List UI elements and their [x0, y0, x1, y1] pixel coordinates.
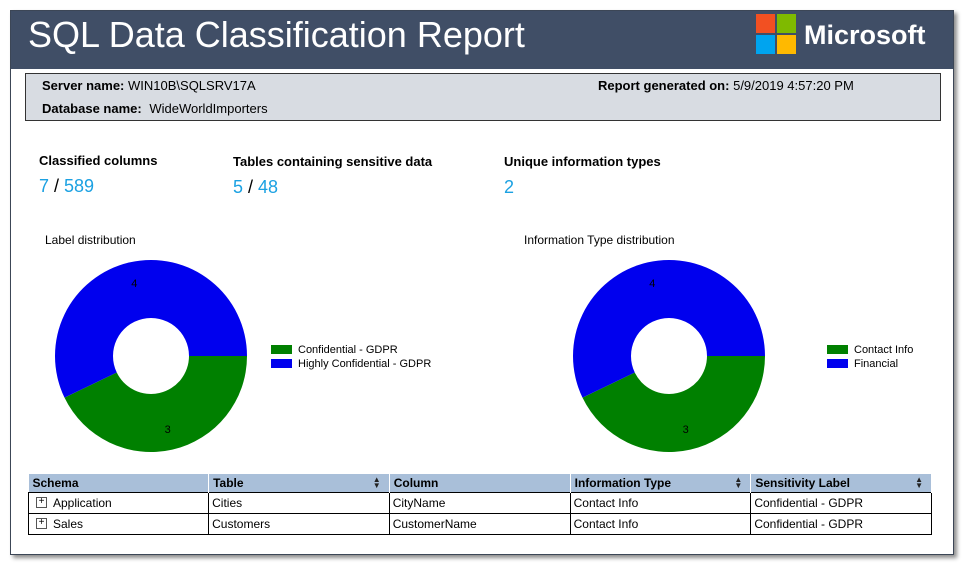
slice-value-label: 3 — [165, 424, 171, 436]
label-distribution-legend: Confidential - GDPR Highly Confidential … — [271, 343, 431, 371]
legend-item: Highly Confidential - GDPR — [271, 357, 431, 371]
sensitive-tables-label: Tables containing sensitive data — [233, 154, 433, 169]
legend-item: Contact Info — [827, 343, 913, 357]
slice-value-label: 4 — [649, 278, 655, 290]
label-distribution-title: Label distribution — [45, 233, 136, 247]
label-distribution-chart: 34 — [55, 260, 248, 453]
microsoft-logo-icon — [756, 14, 796, 54]
sensitivity-label-cell: Confidential - GDPR — [750, 513, 932, 535]
column-cell: CityName — [388, 492, 571, 514]
unique-info-types-label: Unique information types — [504, 154, 661, 169]
database-name-label: Database name: — [42, 101, 142, 116]
column-header-column[interactable]: Column — [389, 474, 571, 493]
legend-swatch — [827, 358, 848, 368]
column-header-information-type[interactable]: Information Type ▲ ▼ — [570, 474, 752, 493]
legend-item: Confidential - GDPR — [271, 343, 431, 357]
report-generated-value: 5/9/2019 4:57:20 PM — [733, 78, 854, 93]
slice-value-label: 3 — [683, 424, 689, 436]
server-name-label: Server name: — [42, 78, 125, 93]
legend-item: Financial — [827, 357, 913, 371]
report-generated-label: Report generated on: — [598, 78, 730, 93]
information-type-cell: Contact Info — [569, 492, 752, 514]
classified-columns-value: 7 / 589 — [39, 176, 95, 196]
sort-arrows-icon[interactable]: ▲ ▼ — [373, 476, 381, 490]
column-cell: CustomerName — [388, 513, 571, 535]
database-name-value: WideWorldImporters — [149, 101, 268, 116]
table-cell: Cities — [208, 492, 390, 514]
slice-value-label: 4 — [131, 278, 137, 290]
column-header-sensitivity-label[interactable]: Sensitivity Label ▲ ▼ — [750, 474, 932, 493]
sort-arrows-icon[interactable]: ▲ ▼ — [734, 476, 742, 490]
schema-cell[interactable]: + Application — [27, 492, 210, 514]
column-header-table[interactable]: Table ▲ ▼ — [208, 474, 390, 493]
legend-swatch — [271, 358, 292, 368]
table-row: + Application Cities CityName Contact Inf… — [27, 492, 932, 514]
unique-info-types-value: 2 — [504, 177, 515, 197]
information-type-legend: Contact Info Financial — [827, 343, 913, 371]
server-info-panel: Server name: WIN10B\SQLSRV17A Database n… — [25, 73, 941, 121]
information-type-distribution-title: Information Type distribution — [524, 233, 675, 247]
table-row: + Sales Customers CustomerName Contact In… — [27, 513, 932, 535]
table-cell: Customers — [208, 513, 390, 535]
schema-cell[interactable]: + Sales — [27, 513, 210, 535]
report-header: SQL Data Classification Report Microsoft — [11, 11, 953, 69]
sort-arrows-icon[interactable]: ▲ ▼ — [915, 476, 923, 490]
report-title: SQL Data Classification Report — [28, 14, 525, 55]
legend-swatch — [271, 344, 292, 354]
classification-table: Schema Table ▲ ▼ Column Information Type ▲ ▼… — [27, 474, 932, 535]
classified-columns-label: Classified columns — [39, 153, 158, 168]
information-type-cell: Contact Info — [569, 513, 752, 535]
sensitive-tables-value: 5 / 48 — [233, 177, 279, 197]
sensitivity-label-cell: Confidential - GDPR — [750, 492, 932, 514]
column-header-schema[interactable]: Schema — [28, 474, 210, 493]
server-name-value: WIN10B\SQLSRV17A — [128, 78, 256, 93]
information-type-distribution-chart: 34 — [573, 260, 765, 453]
expand-icon[interactable]: + — [36, 518, 47, 530]
legend-swatch — [827, 344, 848, 354]
expand-icon[interactable]: + — [36, 497, 47, 509]
brand-name: Microsoft — [804, 20, 926, 50]
